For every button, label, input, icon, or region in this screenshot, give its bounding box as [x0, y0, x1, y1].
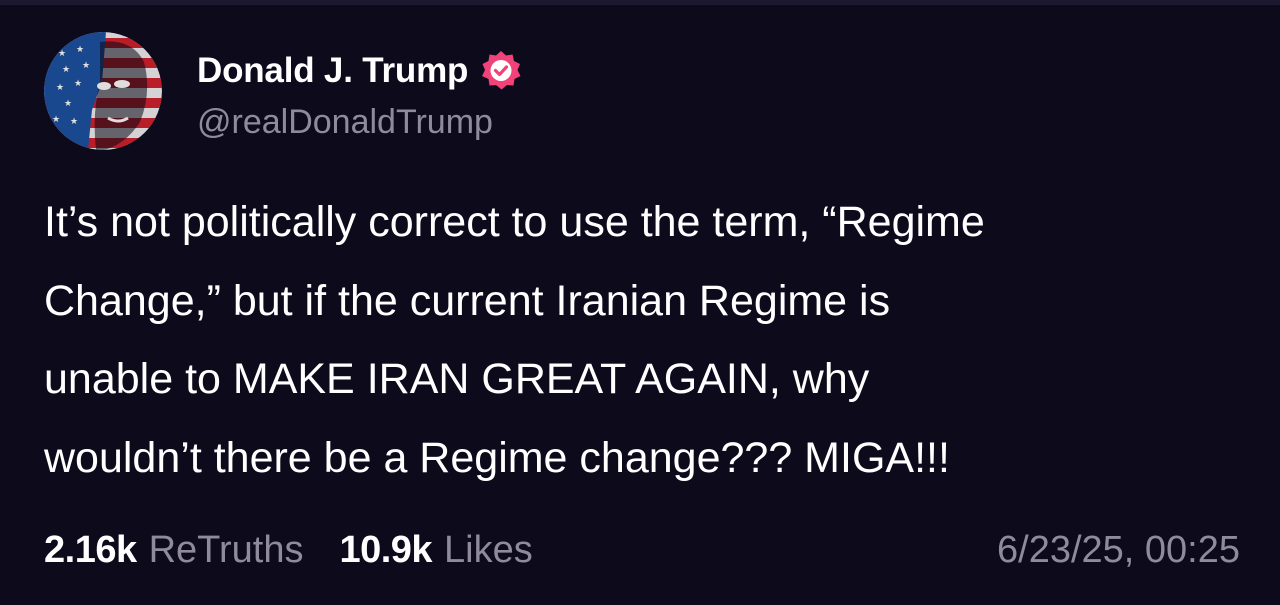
likes-stat[interactable]: 10.9k Likes [339, 529, 532, 572]
likes-count: 10.9k [339, 528, 433, 571]
retruths-stat[interactable]: 2.16k ReTruths [44, 529, 303, 572]
retruths-count: 2.16k [44, 528, 137, 571]
retruths-label: ReTruths [148, 528, 304, 571]
author-avatar[interactable]: ★ ★ ★ ★ ★ ★ ★ ★ ★ [44, 32, 162, 150]
author-name-row: Donald J. Trump [197, 41, 524, 101]
post-text-line: wouldn’t there be a Regime change??? MIG… [44, 433, 950, 482]
post-footer: 2.16k ReTruths 10.9k Likes 6/23/25, 00:2… [44, 522, 1240, 578]
truth-post: ★ ★ ★ ★ ★ ★ ★ ★ ★ Donald J. Trump @realD… [0, 0, 1280, 605]
verified-badge-icon [478, 48, 524, 94]
post-text-line: Change,” but if the current Iranian Regi… [44, 276, 891, 325]
author-handle[interactable]: @realDonaldTrump [197, 103, 524, 142]
post-timestamp[interactable]: 6/23/25, 00:25 [997, 529, 1240, 572]
post-text: It’s not politically correct to use the … [44, 183, 1244, 497]
likes-label: Likes [444, 528, 533, 571]
avatar-image-icon: ★ ★ ★ ★ ★ ★ ★★ ★ [44, 32, 162, 150]
post-header: ★ ★ ★ ★ ★ ★ ★ ★ ★ Donald J. Trump @realD… [44, 31, 524, 151]
post-text-line: unable to MAKE IRAN GREAT AGAIN, why [44, 355, 870, 403]
post-text-line: It’s not politically correct to use the … [44, 198, 985, 246]
author-display-name[interactable]: Donald J. Trump [197, 51, 468, 91]
author-identity: Donald J. Trump @realDonaldTrump [197, 32, 524, 150]
